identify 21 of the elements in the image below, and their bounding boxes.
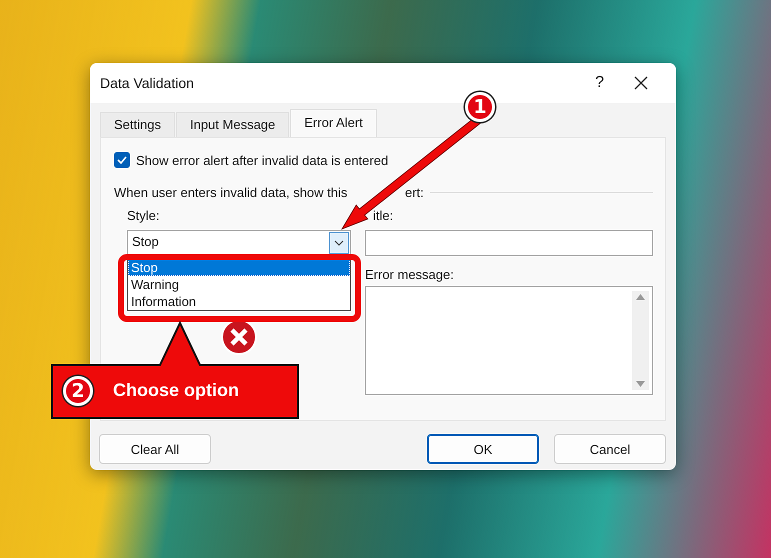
tab[interactable]: Error Alert [290,109,377,138]
style-label: Style: [127,208,161,224]
step-number-badge: 1 [465,92,495,122]
group-label: ert: [405,185,424,200]
dropdown-option[interactable]: Information [128,293,350,310]
dialog-button[interactable]: OK [427,434,539,464]
dialog-button[interactable]: Cancel [554,434,666,464]
tab[interactable]: Settings [100,112,175,137]
step-number-badge: 2 [63,376,93,406]
title-label: itle: [372,208,394,224]
tab[interactable]: Input Message [176,112,290,137]
help-button[interactable]: ? [595,74,604,92]
style-dropdown[interactable]: Stop [127,230,351,256]
window-title: Data Validation [100,75,195,91]
group-label: When user enters invalid data, show this [114,185,348,200]
dropdown-option[interactable]: Stop [128,259,350,276]
dialog-button[interactable]: Clear All [99,434,211,464]
error-message-label: Error message: [365,267,455,283]
checkbox-label: Show error alert after invalid data is entered [136,152,388,168]
dropdown-option[interactable]: Warning [128,276,350,293]
callout-text: Choose option [113,380,239,401]
